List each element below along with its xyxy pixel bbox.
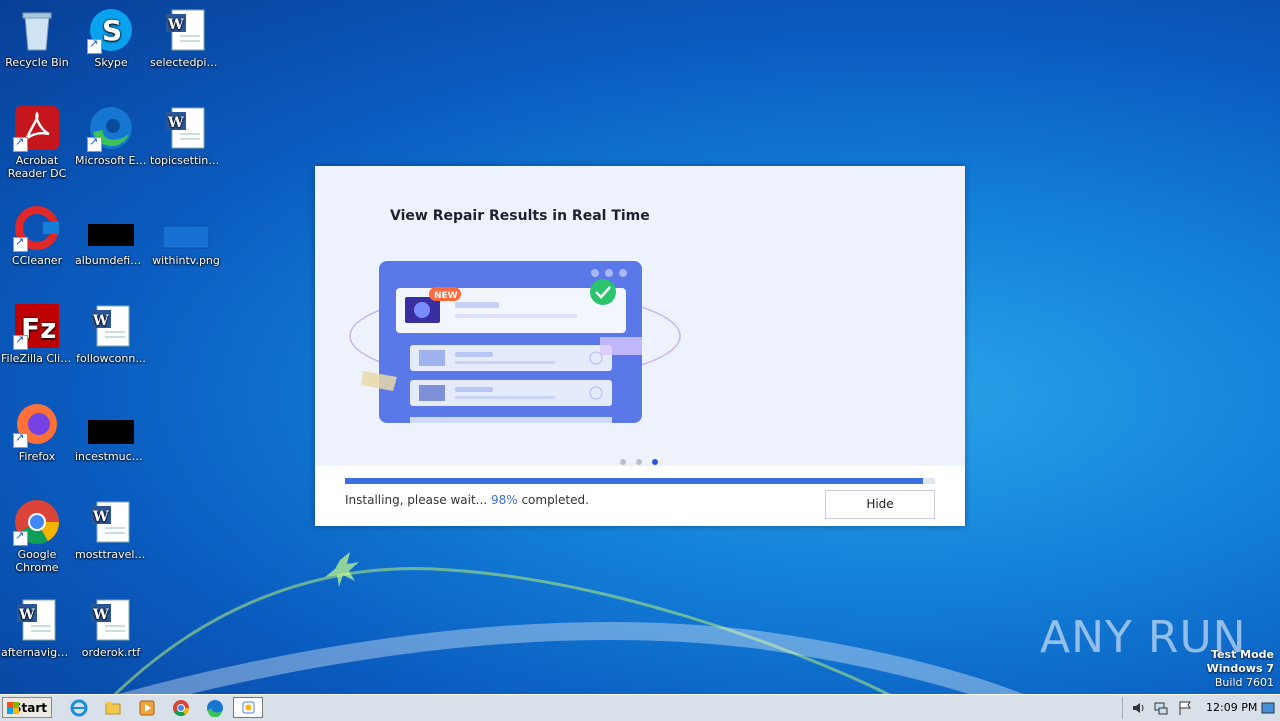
desktop-icon-followconn[interactable]: W followconn...	[74, 302, 148, 365]
desktop-icon-label: afternaviga...	[1, 646, 74, 659]
media-player-icon[interactable]	[138, 699, 156, 717]
status-percent: 98%	[490, 493, 518, 507]
carousel-dot-3[interactable]	[652, 459, 658, 465]
ccleaner-icon	[13, 204, 61, 252]
taskbar-clock[interactable]: 12:09 PM	[1206, 701, 1257, 714]
edge-icon	[87, 104, 135, 152]
desktop-icon-label: Skype	[94, 56, 128, 69]
network-icon[interactable]	[1153, 700, 1169, 716]
word-document-icon: W	[87, 498, 135, 546]
svg-text:W: W	[92, 607, 109, 623]
desktop-icon-albumdefini[interactable]: albumdefini...	[74, 204, 148, 267]
desktop-icon-ccleaner[interactable]: CCleaner	[0, 204, 74, 267]
action-center-flag-icon[interactable]	[1177, 700, 1193, 716]
word-document-icon: W	[87, 302, 135, 350]
edge-icon[interactable]	[206, 699, 224, 717]
desktop-icon-chrome[interactable]: Google Chrome	[0, 498, 74, 574]
repair-results-illustration: NEW	[349, 261, 681, 423]
svg-text:W: W	[92, 509, 109, 525]
desktop-icon-label: Recycle Bin	[5, 56, 69, 69]
desktop-icon-label: Firefox	[18, 450, 56, 463]
file-explorer-icon[interactable]	[104, 699, 122, 717]
filezilla-icon: Fz	[13, 302, 61, 350]
word-document-icon: W	[162, 6, 210, 54]
desktop-icon-withintv[interactable]: withintv.png	[149, 204, 223, 267]
carousel-dot-1[interactable]	[620, 459, 626, 465]
os-build: Build 7601	[1214, 676, 1274, 689]
image-file-icon	[87, 400, 135, 448]
test-mode-text: Test Mode	[1211, 648, 1274, 661]
recycle-bin-icon	[13, 6, 61, 54]
taskbar-installer-app[interactable]	[233, 697, 263, 718]
desktop-icon-label: CCleaner	[11, 254, 63, 267]
dialog-title: View Repair Results in Real Time	[390, 208, 650, 224]
word-document-icon: W	[162, 104, 210, 152]
install-progress-bar	[345, 478, 935, 484]
desktop-icon-acrobat[interactable]: Acrobat Reader DC	[0, 104, 74, 180]
os-name: Windows 7	[1206, 662, 1274, 675]
test-mode-label: Test Mode Windows 7 Build 7601	[1207, 648, 1274, 690]
skype-icon: S	[87, 6, 135, 54]
desktop-icon-mosttravel[interactable]: W mosttravel.rtf	[74, 498, 148, 561]
hide-button[interactable]: Hide	[825, 490, 935, 519]
desktop-icon-label: Google Chrome	[15, 548, 59, 574]
desktop-icon-topicsetting[interactable]: W topicsetting...	[149, 104, 223, 167]
internet-explorer-icon[interactable]	[70, 699, 88, 717]
desktop-icon-label: Microsoft Edge	[75, 154, 148, 167]
desktop-icon-orderok[interactable]: W orderok.rtf	[74, 596, 148, 659]
acrobat-icon	[13, 104, 61, 152]
desktop-icon-incestmuch[interactable]: incestmuch...	[74, 400, 148, 463]
desktop-icon-label: incestmuch...	[75, 450, 148, 463]
start-button[interactable]: Start	[2, 697, 52, 718]
chrome-icon	[13, 498, 61, 546]
desktop-icon-label: orderok.rtf	[81, 646, 141, 659]
taskbar: Start 12:09 PM	[0, 694, 1280, 721]
word-document-icon: W	[87, 596, 135, 644]
installer-dialog: View Repair Results in Real Time NEW Ins…	[315, 166, 965, 526]
desktop-icon-label: selectedpie...	[150, 56, 223, 69]
carousel-dot-2[interactable]	[636, 459, 642, 465]
desktop-icon-label: FileZilla Client	[1, 352, 74, 365]
svg-text:W: W	[92, 313, 109, 329]
svg-text:W: W	[167, 115, 184, 131]
desktop-icon-label: albumdefini...	[75, 254, 148, 267]
show-desktop-icon[interactable]	[1261, 701, 1275, 715]
status-suffix: completed.	[521, 493, 589, 507]
desktop-icon-firefox[interactable]: Firefox	[0, 400, 74, 463]
desktop-icon-label: followconn...	[76, 352, 146, 365]
install-status-text: Installing, please wait... 98% completed…	[345, 493, 589, 507]
desktop-icon-label: mosttravel.rtf	[75, 548, 148, 561]
chrome-icon[interactable]	[172, 699, 190, 717]
firefox-icon	[13, 400, 61, 448]
desktop-icon-afternaviga[interactable]: W afternaviga...	[0, 596, 74, 659]
desktop-icon-filezilla[interactable]: Fz FileZilla Client	[0, 302, 74, 365]
svg-text:S: S	[102, 14, 122, 47]
status-prefix: Installing, please wait...	[345, 493, 488, 507]
volume-icon[interactable]	[1131, 700, 1147, 716]
word-document-icon: W	[13, 596, 61, 644]
dialog-banner: View Repair Results in Real Time NEW	[315, 166, 965, 466]
desktop-icon-label: Acrobat Reader DC	[7, 154, 67, 180]
desktop-icon-label: topicsetting...	[150, 154, 223, 167]
image-file-icon	[162, 204, 210, 252]
desktop-icon-label: withintv.png	[152, 254, 220, 267]
desktop-icon-edge[interactable]: Microsoft Edge	[74, 104, 148, 167]
desktop-icon-selectedpie[interactable]: W selectedpie...	[149, 6, 223, 69]
carousel-dots[interactable]	[620, 450, 668, 469]
svg-text:W: W	[18, 607, 35, 623]
new-badge: NEW	[434, 291, 458, 301]
install-progress-fill	[345, 478, 924, 484]
desktop-icon-skype[interactable]: S Skype	[74, 6, 148, 69]
image-file-icon	[87, 204, 135, 252]
desktop-icon-recycle-bin[interactable]: Recycle Bin	[0, 6, 74, 69]
windows-logo-icon	[7, 702, 19, 714]
svg-text:W: W	[167, 17, 184, 33]
